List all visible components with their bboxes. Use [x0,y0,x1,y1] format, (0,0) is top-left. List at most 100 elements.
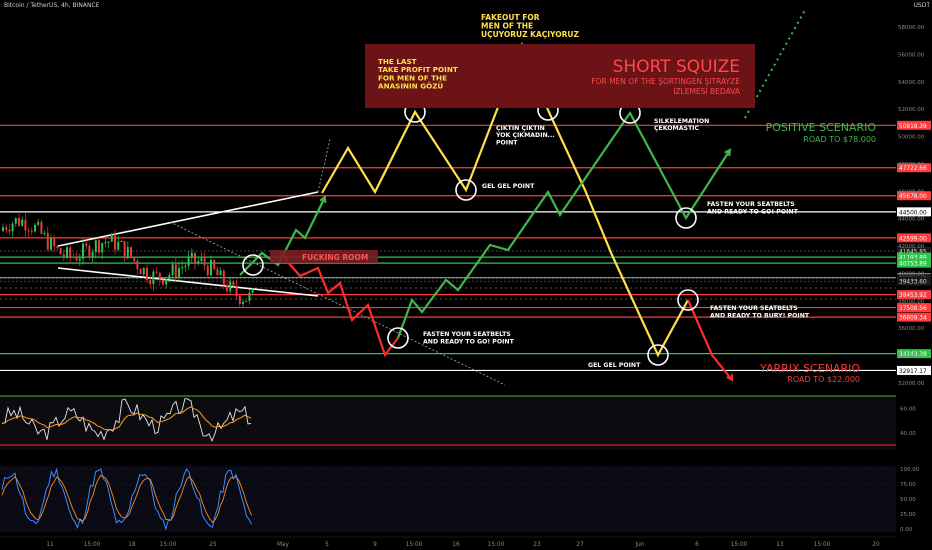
candle-body [88,245,91,258]
candle-body [229,281,232,292]
time-tick: 23 [533,542,541,548]
candle-body [200,258,203,261]
candle-body [226,284,228,292]
silkele-label: ÇEKOMASTIC [654,125,699,132]
time-tick: 16 [452,542,460,548]
candle-body [5,227,8,230]
candle-body [75,257,78,261]
candle-body [101,243,104,253]
stoch-tick: 100.00 [900,467,920,473]
candle-body [126,247,129,259]
time-tick: 9 [373,542,377,548]
candle-body [197,260,200,263]
btc-chart-canvas[interactable]: 50819.3947722.6645678.0044500.0042599.00… [0,0,932,550]
candle-body [40,221,43,234]
candle-body [8,229,11,232]
marker-circle [242,254,264,276]
annotations: FUCKING ROOMFAKEOUT FORMEN OF THEUÇUYORU… [270,13,876,384]
candle-body [162,279,164,285]
time-tick: 6 [695,542,699,548]
time-tick: 20 [872,542,880,548]
candle-body [91,251,94,258]
price-tick: 52000.00 [898,107,925,113]
candle-body [245,300,248,302]
yarrix-scenario-sub: ROAD TO $22.000 [787,375,860,384]
gel-gel-top-label: GEL GEL POINT [482,183,535,190]
candle-body [168,275,171,280]
candle-body [120,241,123,243]
candle-body [133,257,136,261]
candle-body [232,281,235,286]
time-axis: 11 15:00 18 15:00 25 May 5 9 15:00 16 15:00 23 27 Jun… [0,536,896,548]
candle-body [149,280,152,285]
positive-scenario-title: POSITIVE SCENARIO [766,121,877,134]
candle-body [50,237,52,250]
stoch-tick: 75.00 [900,482,916,488]
candle-body [184,265,187,267]
rsi-tick: 40.00 [900,431,916,437]
candle-body [114,234,116,250]
stoch-rsi-panel: 100.00 75.00 50.00 25.00 0.00 [0,466,920,533]
candle-body [251,288,254,293]
time-tick: 15:00 [488,542,505,548]
time-tick: 25 [209,542,217,548]
candle-body [142,267,145,275]
candle-body [107,241,110,243]
fucking-room-label: FUCKING ROOM [302,253,368,262]
time-tick: 13 [776,542,784,548]
price-axis: 58000.00 56000.00 54000.00 52000.00 50000.00… [898,25,925,387]
price-tick: 46000.00 [898,189,925,195]
price-level-value: 44500.00 [899,210,927,216]
candle-body [14,217,17,224]
price-tick: 58000.00 [898,25,925,31]
price-tick: 48000.00 [898,162,925,168]
seatbelt-go-right-label: FASTEN YOUR SEATBELTS [707,201,795,208]
candle-body [158,272,161,280]
time-tick: 15:00 [160,542,177,548]
last-tp-label: ANASININ GÖZÜ [378,82,443,91]
price-tick: 34000.00 [898,354,925,360]
candle-body [235,285,238,297]
short-squeeze-sub2: İZLEMESİ BEDAVA [673,87,741,96]
candle-body [11,223,14,232]
price-level-value: 42599.00 [899,236,927,242]
candle-body [62,254,65,257]
candle-body [53,237,56,247]
candle-body [187,257,190,266]
candle-body [34,224,36,232]
time-tick: 18 [128,542,136,548]
price-tick: 42000.00 [898,244,925,250]
price-level-value: 32917.17 [899,369,927,375]
candle-body [56,246,59,249]
positive-scenario-sub: ROAD TO $78.000 [803,135,876,144]
price-tick: 54000.00 [898,80,925,86]
candle-body [104,242,107,244]
time-tick: Jun [634,542,644,548]
ciktin-label: ÇIKTIN ÇIKTIN [496,125,545,132]
candle-body [21,219,24,226]
candle-body [82,243,84,259]
price-level-value: 37508.56 [899,306,927,312]
time-tick: 5 [325,542,329,548]
dotted-descending-line [169,221,506,386]
candle-body [46,232,49,250]
candle-body [139,269,142,275]
candle-body [43,232,46,234]
stoch-tick: 0.00 [900,527,913,533]
candle-body [171,264,174,276]
candle-body [123,241,126,259]
candle-body [222,270,225,285]
fakeout-label: UÇUYORUZ KAÇIYORUZ [481,30,579,39]
candle-body [37,221,40,225]
short-squeeze-title: SHORT SQUIZE [613,57,740,77]
candle-body [210,259,212,276]
candle-body [85,243,88,246]
candle-body [66,247,68,257]
candle-body [136,260,139,270]
price-tick: 32000.00 [898,381,925,387]
wedge-lower-line [57,267,319,297]
red-decline-path [279,252,399,358]
candle-body [94,240,97,252]
candle-body [59,248,62,255]
ciktin-label: POINT [496,139,518,146]
